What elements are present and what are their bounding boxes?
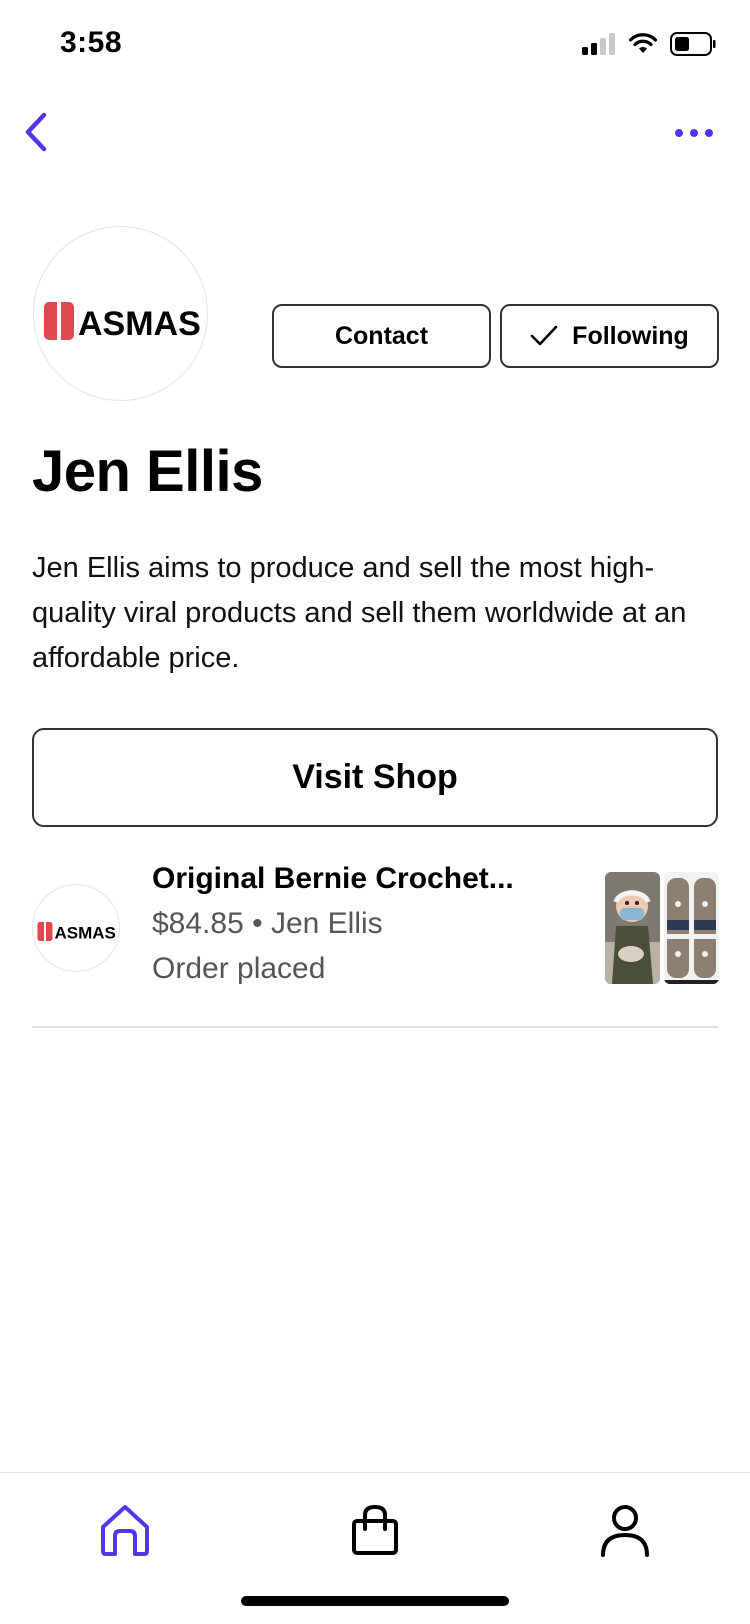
status-icons bbox=[582, 32, 716, 56]
shop-description: Jen Ellis aims to produce and sell the m… bbox=[32, 552, 687, 674]
cellular-signal-icon bbox=[582, 33, 615, 55]
order-shop-logo: ASMAS bbox=[37, 918, 116, 943]
home-indicator bbox=[241, 1596, 509, 1606]
order-status: Order placed bbox=[152, 952, 326, 985]
shop-name: Jen Ellis bbox=[32, 439, 263, 504]
status-time: 3:58 bbox=[60, 26, 123, 59]
order-thumbnails[interactable] bbox=[605, 872, 719, 984]
order-shop-avatar: ASMAS bbox=[32, 884, 120, 972]
divider bbox=[32, 1026, 718, 1028]
home-icon bbox=[101, 1505, 149, 1556]
order-shop-logo-text: ASMAS bbox=[55, 924, 116, 943]
shop-logo: ASMAS bbox=[43, 293, 201, 343]
shop-logo-text: ASMAS bbox=[78, 305, 201, 343]
following-button[interactable]: Following bbox=[500, 304, 719, 368]
tab-shop[interactable] bbox=[340, 1495, 410, 1565]
checkmark-icon bbox=[530, 325, 558, 346]
status-bar: 3:58 bbox=[0, 0, 750, 90]
order-meta: $84.85 • Jen Ellis bbox=[152, 907, 383, 941]
shopping-bag-icon bbox=[352, 1504, 398, 1555]
contact-button[interactable]: Contact bbox=[272, 304, 491, 368]
more-options-button[interactable] bbox=[664, 116, 724, 150]
contact-button-label: Contact bbox=[334, 321, 429, 350]
chevron-left-icon bbox=[25, 112, 47, 152]
visit-shop-button[interactable]: Visit Shop bbox=[32, 728, 718, 827]
visit-shop-label: Visit Shop bbox=[292, 758, 458, 796]
product-thumbnail-doll bbox=[605, 872, 660, 984]
ellipsis-icon bbox=[675, 129, 713, 137]
following-button-label: Following bbox=[572, 321, 689, 350]
product-thumbnail-mittens bbox=[664, 872, 719, 984]
gift-icon bbox=[37, 918, 53, 941]
tab-home[interactable] bbox=[90, 1495, 160, 1565]
back-button[interactable] bbox=[14, 106, 58, 158]
wifi-icon bbox=[628, 33, 658, 53]
battery-icon bbox=[670, 32, 716, 56]
shop-avatar: ASMAS bbox=[33, 226, 208, 401]
order-separator: • bbox=[252, 907, 263, 940]
tab-profile[interactable] bbox=[590, 1495, 660, 1565]
gift-icon bbox=[43, 293, 74, 340]
order-title: Original Bernie Crochet... bbox=[152, 862, 514, 895]
order-seller: Jen Ellis bbox=[270, 907, 383, 940]
order-price: $84.85 bbox=[152, 907, 244, 940]
person-icon bbox=[601, 1505, 649, 1557]
